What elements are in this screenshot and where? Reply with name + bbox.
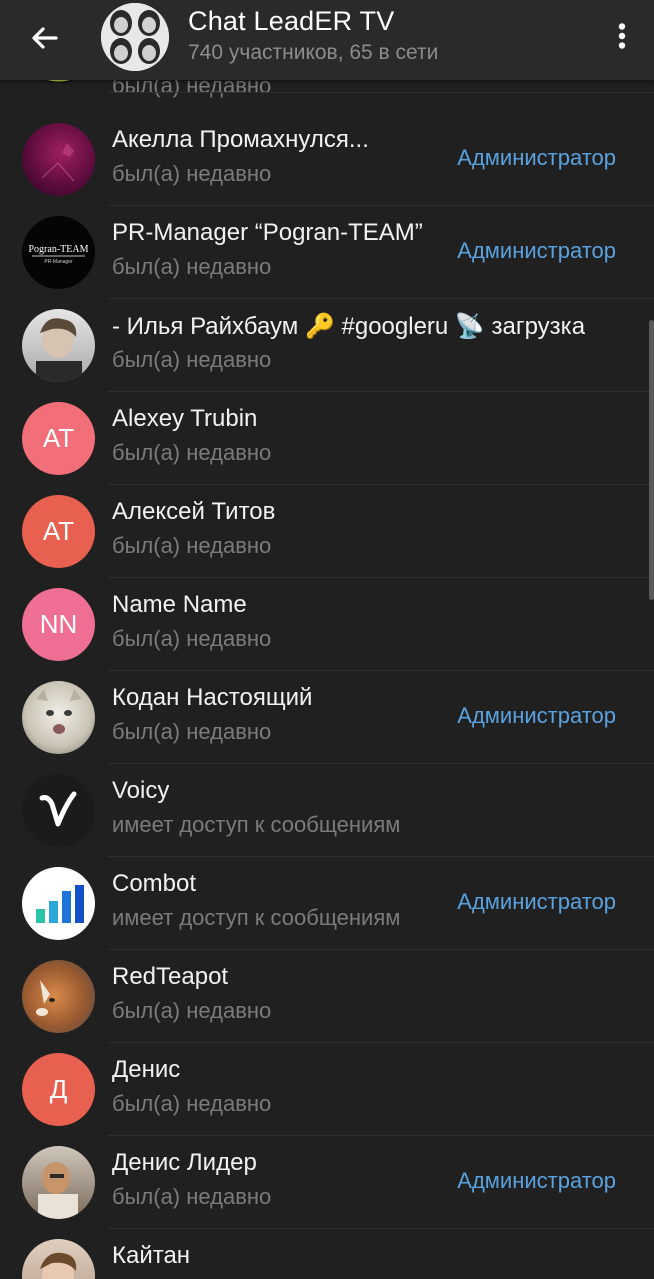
member-name: Voicy <box>112 777 170 804</box>
member-avatar <box>22 309 95 382</box>
member-avatar: Д <box>22 1053 95 1126</box>
member-name: Кайтан <box>112 1242 191 1269</box>
member-status: был(а) недавно <box>112 626 272 651</box>
member-count-subtitle: 740 участников, 65 в сети <box>188 41 439 64</box>
member-avatar <box>22 867 95 940</box>
more-options-button[interactable] <box>604 14 640 62</box>
member-row[interactable]: Combot имеет доступ к сообщениям Админис… <box>0 857 654 950</box>
member-avatar <box>22 1239 95 1279</box>
member-row[interactable]: Денис Лидер был(а) недавно Администратор <box>0 1136 654 1229</box>
member-row[interactable]: Акелла Промахнулся... был(а) недавно Адм… <box>0 113 654 206</box>
member-name: PR-Manager “Pogran-TEAM” <box>112 219 423 246</box>
member-name: Алексей Титов <box>112 498 276 525</box>
row-divider <box>108 92 654 93</box>
app-header: Chat LeadER TV 740 участников, 65 в сети <box>0 0 654 80</box>
member-status: был(а) недавно <box>112 1184 272 1209</box>
member-name: - Илья Райхбаум 🔑 #googleru 📡 загрузка <box>112 313 586 340</box>
avatar-initials: NN <box>39 609 78 639</box>
member-row[interactable]: Д Денис был(а) недавно <box>0 1043 654 1136</box>
member-status: был(а) недавно <box>112 254 272 279</box>
member-avatar <box>22 1146 95 1219</box>
member-status: был(а) недавно <box>112 347 272 372</box>
member-avatar: АТ <box>22 495 95 568</box>
member-name: Акелла Промахнулся... <box>112 126 369 153</box>
member-row[interactable]: RedTeapot был(а) недавно <box>0 950 654 1043</box>
admin-role-label: Администратор <box>457 889 616 914</box>
member-avatar <box>22 774 95 847</box>
admin-role-label: Администратор <box>457 703 616 728</box>
avatar-initials: Д <box>49 1074 68 1104</box>
member-name: RedTeapot <box>112 963 229 990</box>
chat-title[interactable]: Chat LeadER TV <box>188 6 394 37</box>
members-screen: был(а) недавно Акелла Промахнулся... был… <box>0 0 654 1279</box>
admin-role-label: Администратор <box>457 238 616 263</box>
arrow-left-icon <box>30 26 58 55</box>
svg-text:Pogran-TEAM: Pogran-TEAM <box>29 244 89 255</box>
scrollbar[interactable] <box>649 320 654 600</box>
avatar-initials: АТ <box>42 516 75 546</box>
member-status: был(а) недавно <box>112 533 272 558</box>
member-status: был(а) недавно <box>112 1091 272 1116</box>
more-vertical-icon <box>618 22 626 54</box>
member-avatar <box>22 960 95 1033</box>
back-button[interactable] <box>20 16 68 64</box>
svg-text:PR-Manager: PR-Manager <box>44 259 73 265</box>
member-avatar: NN <box>22 588 95 661</box>
member-row[interactable]: Кодан Настоящий был(а) недавно Администр… <box>0 671 654 764</box>
member-name: Денис Лидер <box>112 1149 257 1176</box>
member-row[interactable]: Кайтан <box>0 1229 654 1279</box>
member-row[interactable]: АТ Алексей Титов был(а) недавно <box>0 485 654 578</box>
group-avatar[interactable] <box>101 3 169 71</box>
member-name: Combot <box>112 870 197 897</box>
member-avatar <box>22 123 95 196</box>
member-name: Alexey Trubin <box>112 405 258 432</box>
member-avatar: AT <box>22 402 95 475</box>
member-name: Кодан Настоящий <box>112 684 313 711</box>
member-name: Денис <box>112 1056 181 1083</box>
member-status: имеет доступ к сообщениям <box>112 905 401 930</box>
member-avatar: Pogran-TEAM PR-Manager <box>22 216 95 289</box>
member-row[interactable]: Voicy имеет доступ к сообщениям <box>0 764 654 857</box>
avatar-initials: AT <box>42 423 75 453</box>
member-row[interactable]: - Илья Райхбаум 🔑 #googleru 📡 загрузка б… <box>0 299 654 392</box>
member-status: имеет доступ к сообщениям <box>112 812 401 837</box>
admin-role-label: Администратор <box>457 145 616 170</box>
member-status: был(а) недавно <box>112 719 272 744</box>
member-avatar <box>22 681 95 754</box>
member-status: был(а) недавно <box>112 440 272 465</box>
member-name: Name Name <box>112 591 247 618</box>
member-row[interactable]: AT Alexey Trubin был(а) недавно <box>0 392 654 485</box>
member-status: был(а) недавно <box>112 161 272 186</box>
member-row[interactable]: NN Name Name был(а) недавно <box>0 578 654 671</box>
member-row[interactable]: Pogran-TEAM PR-Manager PR-Manager “Pogra… <box>0 206 654 299</box>
member-status: был(а) недавно <box>112 998 272 1023</box>
admin-role-label: Администратор <box>457 1168 616 1193</box>
